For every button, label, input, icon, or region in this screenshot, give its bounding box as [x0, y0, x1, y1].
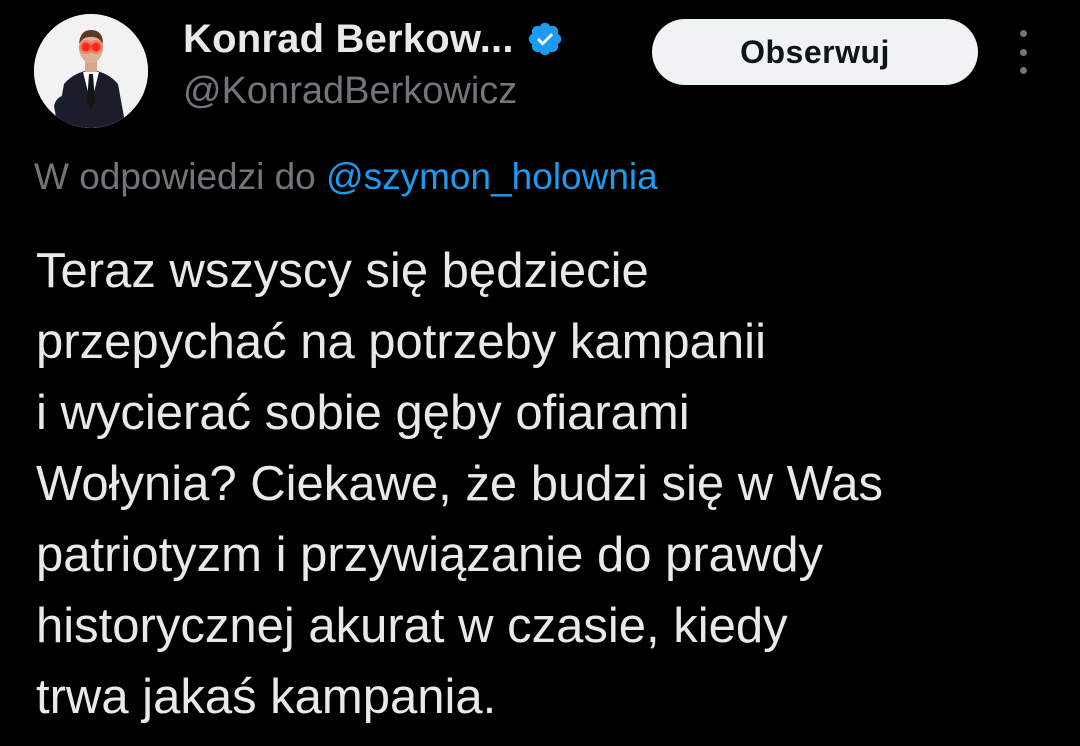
more-dot: [1019, 67, 1027, 74]
author-handle[interactable]: @KonradBerkowicz: [183, 70, 517, 113]
reply-mention-link[interactable]: @szymon_holownia: [326, 156, 658, 197]
avatar[interactable]: [34, 14, 148, 128]
verified-badge-icon[interactable]: [526, 20, 564, 58]
tweet-text-line: historycznej akurat w czasie, kiedy: [36, 599, 788, 653]
tweet-text-line: patriotyzm i przywiązanie do prawdy: [36, 528, 824, 582]
reply-context: W odpowiedzi do @szymon_holownia: [34, 156, 658, 198]
reply-prefix: W odpowiedzi do: [34, 156, 316, 197]
more-vertical-icon[interactable]: [1008, 30, 1038, 74]
avatar-photo-icon: [34, 14, 148, 128]
author-name-row: Konrad Berkow...: [183, 14, 564, 64]
tweet-text-line: przepychać na potrzeby kampanii: [36, 315, 766, 369]
more-dot: [1019, 48, 1027, 56]
more-dot: [1019, 30, 1027, 37]
display-name[interactable]: Konrad Berkow...: [183, 17, 514, 62]
tweet-text-line: Teraz wszyscy się będziecie: [36, 244, 649, 298]
tweet-card: Konrad Berkow... @KonradBerkowicz Obserw…: [0, 0, 1080, 746]
tweet-text-line: i wycierać sobie gęby ofiarami: [36, 386, 690, 440]
tweet-text-line: trwa jakaś kampania.: [36, 670, 497, 724]
tweet-text-line: Wołynia? Ciekawe, że budzi się w Was: [36, 457, 883, 511]
follow-button[interactable]: Obserwuj: [652, 19, 978, 85]
tweet-text: Teraz wszyscy się będziecie przepychać n…: [36, 236, 1056, 733]
